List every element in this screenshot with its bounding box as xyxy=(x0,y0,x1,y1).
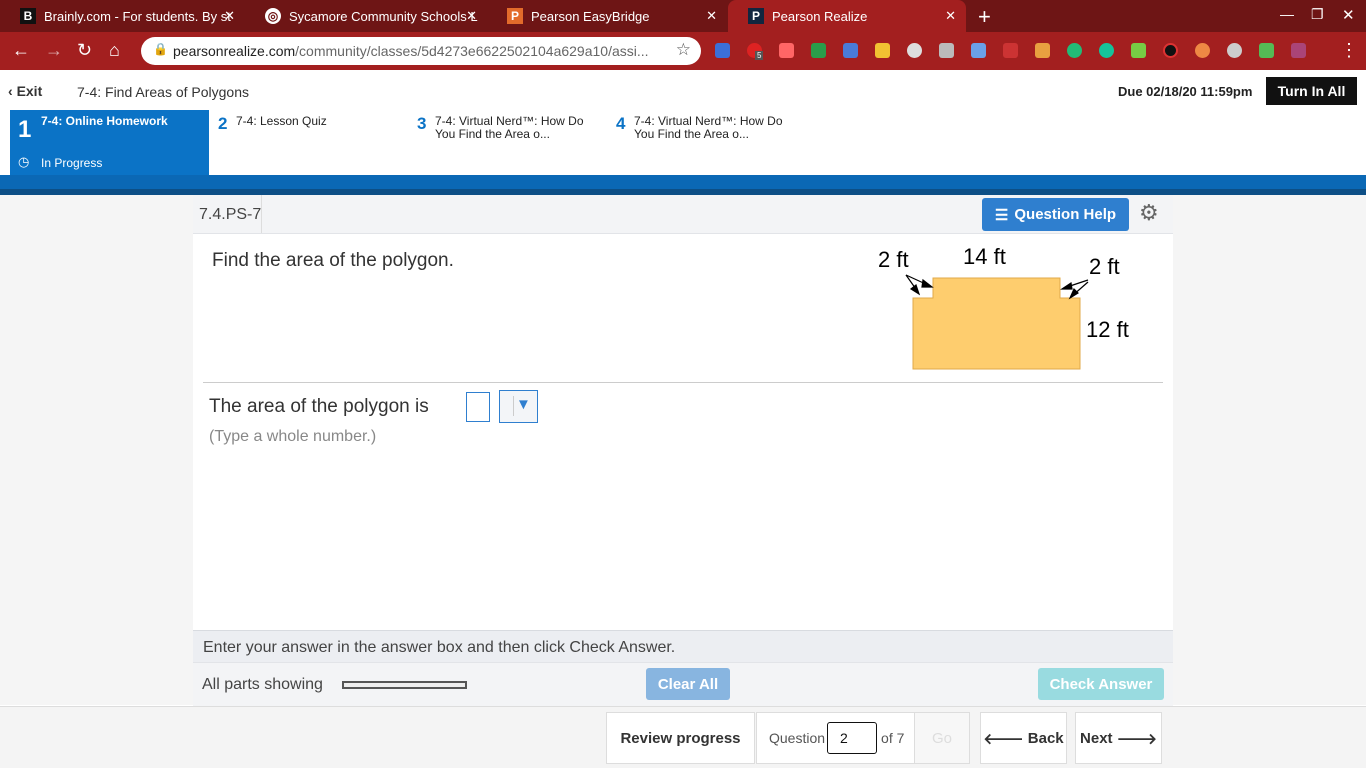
bookmark-star-icon[interactable]: ☆ xyxy=(676,40,691,60)
label-left-notch: 2 ft xyxy=(878,247,909,272)
review-progress-button[interactable]: Review progress xyxy=(606,712,755,764)
close-tab-icon[interactable]: ✕ xyxy=(466,8,477,24)
clear-all-button[interactable]: Clear All xyxy=(646,668,730,700)
extension-icon[interactable] xyxy=(1163,43,1178,58)
label-right-notch: 2 ft xyxy=(1089,254,1120,279)
new-tab-icon[interactable]: + xyxy=(978,4,991,30)
back-icon[interactable]: ← xyxy=(12,40,30,61)
pearson-icon: P xyxy=(748,8,764,24)
extension-icon[interactable] xyxy=(1003,43,1018,58)
translate-icon[interactable] xyxy=(843,43,858,58)
extension-icon[interactable] xyxy=(1227,43,1242,58)
extension-icon[interactable] xyxy=(779,43,794,58)
home-icon[interactable]: ⌂ xyxy=(109,40,120,61)
exit-button[interactable]: ‹ Exit xyxy=(8,83,42,99)
adblock-icon[interactable]: 5 xyxy=(747,43,764,60)
assignment-title: 7-4: Find Areas of Polygons xyxy=(77,84,249,100)
close-window-icon[interactable]: ✕ xyxy=(1342,6,1355,24)
extension-icon[interactable] xyxy=(715,43,730,58)
area-answer-input[interactable] xyxy=(466,392,490,422)
address-bar[interactable]: 🔒 pearsonrealize.com/community/classes/5… xyxy=(141,37,701,65)
globe-icon: ◎ xyxy=(265,8,281,24)
grammarly-icon[interactable] xyxy=(1099,43,1114,58)
chevron-down-icon: ▼ xyxy=(513,396,535,416)
close-tab-icon[interactable]: ✕ xyxy=(945,8,956,24)
back-button[interactable]: 🡐 Back xyxy=(980,712,1067,764)
due-date: Due 02/18/20 11:59pm xyxy=(1118,84,1253,99)
assignment-tab-4[interactable]: 4 7-4: Virtual Nerd™: How Do You Find the… xyxy=(608,110,798,175)
extension-icon[interactable] xyxy=(1291,43,1306,58)
close-tab-icon[interactable]: ✕ xyxy=(224,8,235,24)
label-top: 14 ft xyxy=(963,244,1006,269)
extension-icon[interactable] xyxy=(1067,43,1082,58)
go-button[interactable]: Go xyxy=(914,712,970,764)
clock-icon: ◷ xyxy=(18,154,30,169)
label-height: 12 ft xyxy=(1086,317,1129,342)
question-selector: Question 2 of 7 xyxy=(756,712,916,764)
browser-tab-active[interactable]: P Pearson Realize ✕ xyxy=(728,0,966,32)
extension-icon[interactable] xyxy=(1195,43,1210,58)
extension-icon[interactable] xyxy=(1131,43,1146,58)
extension-icon[interactable] xyxy=(907,43,922,58)
browser-tab[interactable]: B Brainly.com - For students. By st ✕ xyxy=(0,0,245,32)
answer-prefix: The area of the polygon is xyxy=(209,396,429,417)
divider xyxy=(0,175,1366,195)
next-button[interactable]: Next 🡒 xyxy=(1075,712,1162,764)
extension-icon[interactable] xyxy=(811,43,826,58)
extension-icon[interactable] xyxy=(971,43,986,58)
arrow-right-icon: 🡒 xyxy=(1116,730,1157,748)
arrow-left-icon: 🡐 xyxy=(983,730,1024,748)
assignment-tab-1[interactable]: 1 7-4: Online Homework ◷ In Progress xyxy=(10,110,209,175)
browser-tab[interactable]: ◎ Sycamore Community Schools L ✕ xyxy=(245,0,487,32)
units-dropdown[interactable]: ▼ xyxy=(499,390,538,423)
restore-icon[interactable]: ❐ xyxy=(1311,6,1324,23)
turn-in-all-button[interactable]: Turn In All xyxy=(1266,77,1357,105)
gear-icon[interactable]: ⚙ xyxy=(1139,200,1159,226)
question-help-button[interactable]: ☰ Question Help xyxy=(982,198,1129,231)
lock-icon: 🔒 xyxy=(153,42,168,56)
brainly-icon: B xyxy=(20,8,36,24)
question-number-input[interactable]: 2 xyxy=(827,722,878,754)
progress-bar xyxy=(342,681,467,689)
check-answer-button[interactable]: Check Answer xyxy=(1038,668,1164,700)
browser-tab[interactable]: P Pearson EasyBridge ✕ xyxy=(487,0,727,32)
parts-label: All parts showing xyxy=(202,676,323,693)
minimize-icon[interactable]: — xyxy=(1280,6,1294,22)
pearson-icon: P xyxy=(507,8,523,24)
question-id: 7.4.PS-7 xyxy=(199,206,262,223)
extension-icon[interactable] xyxy=(939,43,954,58)
polygon-shape xyxy=(912,277,1081,370)
divider xyxy=(203,382,1163,383)
answer-hint: (Type a whole number.) xyxy=(209,428,377,445)
close-tab-icon[interactable]: ✕ xyxy=(706,8,717,24)
forward-icon[interactable]: → xyxy=(45,40,63,61)
question-prompt: Find the area of the polygon. xyxy=(212,250,454,271)
menu-icon[interactable]: ⋮ xyxy=(1340,40,1358,61)
reload-icon[interactable]: ↻ xyxy=(77,40,92,61)
list-icon: ☰ xyxy=(994,206,1009,224)
assignment-tab-2[interactable]: 2 7-4: Lesson Quiz xyxy=(210,110,405,175)
extension-icon[interactable] xyxy=(1259,43,1274,58)
extension-icon[interactable] xyxy=(1035,43,1050,58)
assignment-tab-3[interactable]: 3 7-4: Virtual Nerd™: How Do You Find the… xyxy=(409,110,599,175)
drive-icon[interactable] xyxy=(875,43,890,58)
instruction-bar: Enter your answer in the answer box and … xyxy=(193,630,1173,662)
